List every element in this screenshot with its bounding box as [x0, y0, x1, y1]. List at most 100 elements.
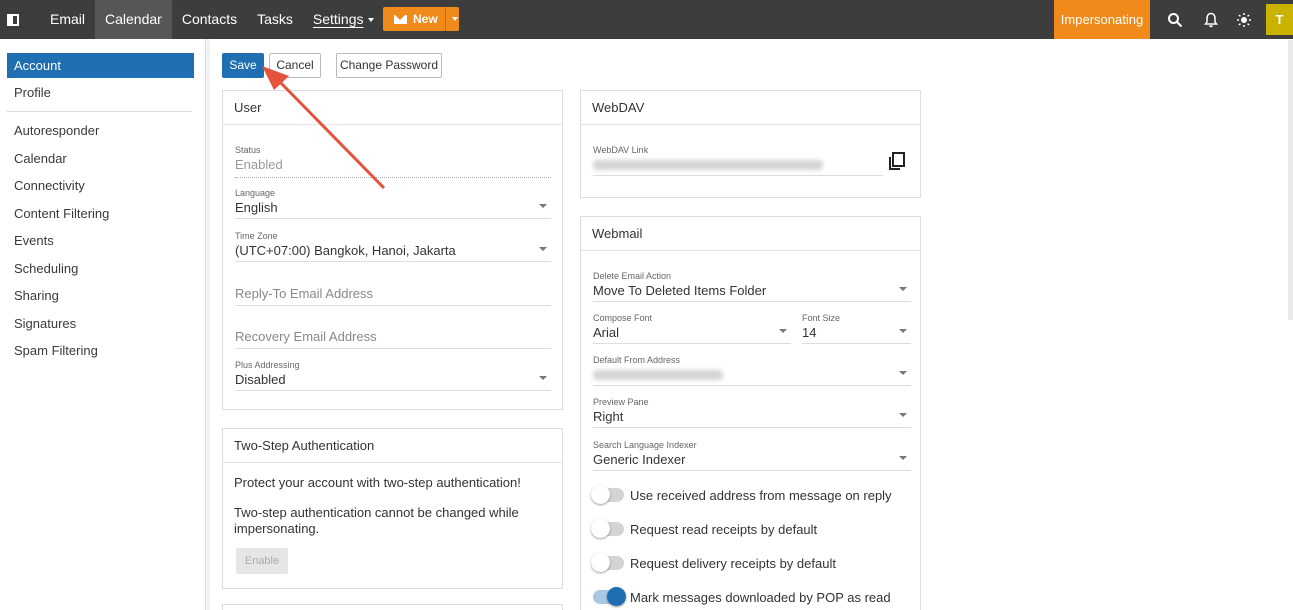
toggle-delivery-receipts[interactable]: Request delivery receipts by default	[591, 553, 836, 573]
enable-two-step-button[interactable]: Enable	[236, 548, 288, 574]
compose-font-select[interactable]: Compose Font Arial	[593, 313, 791, 344]
impersonating-badge[interactable]: Impersonating	[1054, 0, 1150, 39]
copy-icon[interactable]	[887, 151, 907, 174]
panel-toggle-icon[interactable]	[0, 0, 26, 39]
nav-calendar[interactable]: Calendar	[95, 0, 172, 39]
chevron-down-icon	[368, 18, 375, 23]
recovery-email-placeholder: Recovery Email Address	[235, 329, 377, 344]
nav-email[interactable]: Email	[40, 0, 95, 39]
reply-to-placeholder: Reply-To Email Address	[235, 286, 373, 301]
envelope-icon	[394, 14, 407, 24]
sidebar-item-content-filtering[interactable]: Content Filtering	[7, 201, 194, 226]
delete-action-label: Delete Email Action	[593, 271, 672, 281]
toggle-label: Request delivery receipts by default	[630, 555, 836, 571]
chevron-down-icon	[539, 203, 547, 208]
sidebar-item-connectivity[interactable]: Connectivity	[7, 173, 194, 198]
settings-sidebar: Account Profile Autoresponder Calendar C…	[0, 39, 206, 610]
two-step-impersonation-notice: Two-step authentication cannot be change…	[234, 505, 519, 536]
compose-font-value: Arial	[593, 325, 620, 340]
delete-action-value: Move To Deleted Items Folder	[593, 283, 767, 298]
new-dropdown-chevron-icon[interactable]	[451, 17, 458, 21]
nav-settings-label: Settings	[312, 11, 364, 27]
webmail-card: Webmail Delete Email Action Move To Dele…	[580, 216, 921, 610]
next-card-edge	[222, 604, 563, 610]
toggle-label: Use received address from message on rep…	[630, 487, 892, 503]
sidebar-item-account[interactable]: Account	[7, 53, 194, 78]
webdav-link-label: WebDAV Link	[593, 145, 649, 155]
nav-settings[interactable]: Settings	[303, 0, 385, 39]
page-scrollbar[interactable]	[1288, 40, 1293, 320]
chevron-down-icon	[539, 375, 547, 380]
default-from-label: Default From Address	[593, 355, 681, 365]
sidebar-item-events[interactable]: Events	[7, 228, 194, 253]
chevron-down-icon	[899, 455, 907, 460]
chevron-down-icon	[779, 328, 787, 333]
new-button-label: New	[413, 12, 438, 26]
chevron-down-icon	[899, 370, 907, 375]
change-password-button[interactable]: Change Password	[336, 53, 442, 78]
preview-pane-select[interactable]: Preview Pane Right	[593, 397, 911, 428]
nav-contacts[interactable]: Contacts	[172, 0, 247, 39]
toggle-use-received-address[interactable]: Use received address from message on rep…	[591, 485, 892, 505]
toggle-switch[interactable]	[593, 587, 626, 606]
sidebar-item-autoresponder[interactable]: Autoresponder	[7, 118, 194, 143]
chevron-down-icon	[539, 246, 547, 251]
toggle-switch[interactable]	[591, 553, 624, 572]
status-label: Status	[235, 145, 261, 155]
sidebar-item-spam-filtering[interactable]: Spam Filtering	[7, 338, 194, 363]
save-button[interactable]: Save	[222, 53, 264, 78]
sidebar-divider	[7, 111, 192, 112]
chevron-down-icon	[899, 412, 907, 417]
webmail-card-title: Webmail	[581, 217, 920, 251]
two-step-card-title: Two-Step Authentication	[223, 429, 562, 463]
sidebar-item-signatures[interactable]: Signatures	[7, 311, 194, 336]
nav-tasks[interactable]: Tasks	[247, 0, 303, 39]
avatar[interactable]: T	[1266, 4, 1293, 35]
reply-to-input[interactable]: Reply-To Email Address	[235, 286, 551, 306]
sidebar-item-calendar[interactable]: Calendar	[7, 146, 194, 171]
webdav-link-redacted	[593, 160, 823, 170]
toggle-read-receipts[interactable]: Request read receipts by default	[591, 519, 818, 539]
status-value: Enabled	[235, 157, 283, 172]
sidebar-item-sharing[interactable]: Sharing	[7, 283, 194, 308]
default-from-select[interactable]: Default From Address	[593, 355, 911, 386]
toggle-switch[interactable]	[591, 485, 624, 504]
search-indexer-label: Search Language Indexer	[593, 440, 697, 450]
two-step-intro-text: Protect your account with two-step authe…	[234, 475, 521, 490]
toggle-mark-pop-read[interactable]: Mark messages downloaded by POP as read	[593, 587, 891, 607]
theme-sun-icon[interactable]	[1229, 0, 1259, 39]
recovery-email-input[interactable]: Recovery Email Address	[235, 329, 551, 349]
top-bar: Email Calendar Contacts Tasks Settings N…	[0, 0, 1293, 39]
plus-addressing-select[interactable]: Plus Addressing Disabled	[235, 360, 551, 391]
chevron-down-icon	[899, 286, 907, 291]
search-icon[interactable]	[1160, 0, 1190, 39]
two-step-card: Two-Step Authentication Protect your acc…	[222, 428, 563, 589]
plus-addressing-label: Plus Addressing	[235, 360, 300, 370]
cancel-button[interactable]: Cancel	[269, 53, 321, 78]
toggle-label: Mark messages downloaded by POP as read	[630, 589, 891, 605]
font-size-select[interactable]: Font Size 14	[802, 313, 911, 344]
language-value: English	[235, 200, 278, 215]
timezone-select[interactable]: Time Zone (UTC+07:00) Bangkok, Hanoi, Ja…	[235, 231, 551, 262]
sidebar-item-scheduling[interactable]: Scheduling	[7, 256, 194, 281]
user-card-title: User	[223, 91, 562, 125]
preview-pane-label: Preview Pane	[593, 397, 649, 407]
bell-icon[interactable]	[1196, 0, 1226, 39]
language-select[interactable]: Language English	[235, 188, 551, 219]
font-size-value: 14	[802, 325, 817, 340]
search-indexer-select[interactable]: Search Language Indexer Generic Indexer	[593, 440, 911, 471]
timezone-value: (UTC+07:00) Bangkok, Hanoi, Jakarta	[235, 243, 456, 258]
status-field: Status Enabled	[235, 145, 551, 178]
sidebar-gutter	[206, 39, 210, 610]
chevron-down-icon	[899, 328, 907, 333]
toggle-label: Request read receipts by default	[630, 521, 818, 537]
webdav-card: WebDAV WebDAV Link	[580, 90, 921, 198]
toggle-switch[interactable]	[591, 519, 624, 538]
new-button[interactable]: New	[383, 7, 459, 31]
webdav-link-field: WebDAV Link	[593, 145, 883, 176]
delete-action-select[interactable]: Delete Email Action Move To Deleted Item…	[593, 271, 911, 302]
font-size-label: Font Size	[802, 313, 841, 323]
webdav-card-title: WebDAV	[581, 91, 920, 125]
top-nav: Email Calendar Contacts Tasks Settings	[40, 0, 384, 39]
sidebar-item-profile[interactable]: Profile	[7, 80, 194, 105]
